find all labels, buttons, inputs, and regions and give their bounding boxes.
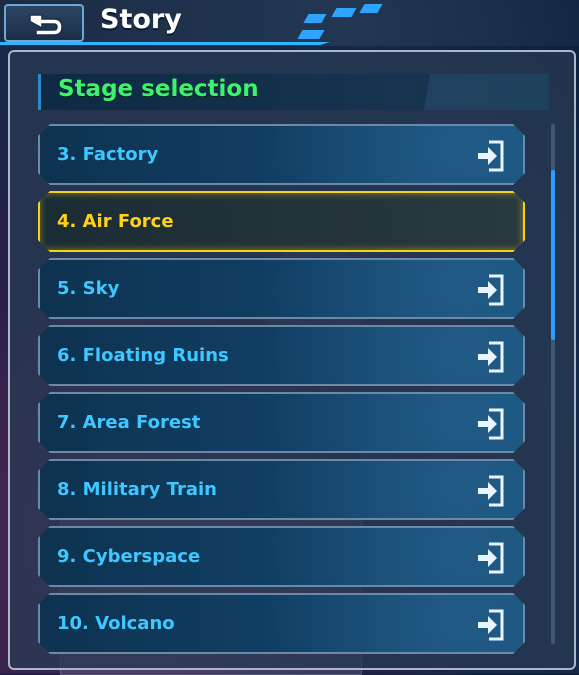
top-bar — [0, 0, 579, 46]
stage-label: 3. Factory — [57, 144, 159, 165]
back-button[interactable] — [4, 4, 84, 42]
stage-label: 10. Volcano — [57, 613, 175, 634]
enter-icon[interactable] — [475, 139, 505, 173]
stage-item-floating-ruins[interactable]: 6. Floating Ruins — [38, 325, 525, 386]
decoration-stripe — [297, 30, 325, 39]
back-arrow-icon — [29, 14, 63, 36]
stage-label: 4. Air Force — [57, 211, 174, 232]
stage-item-sky[interactable]: 5. Sky — [38, 258, 525, 319]
enter-icon[interactable] — [475, 541, 505, 575]
stage-label: 8. Military Train — [57, 479, 217, 500]
enter-icon[interactable] — [475, 407, 505, 441]
decoration-stripe — [303, 14, 327, 23]
section-title: Stage selection — [58, 76, 259, 102]
stage-item-cyberspace[interactable]: 9. Cyberspace — [38, 526, 525, 587]
top-bar-accent-strip — [0, 42, 330, 45]
decoration-stripe — [331, 8, 357, 17]
enter-icon[interactable] — [475, 273, 505, 307]
stage-label: 5. Sky — [57, 278, 120, 299]
scrollbar-thumb[interactable] — [551, 170, 555, 340]
stage-item-military-train[interactable]: 8. Military Train — [38, 459, 525, 520]
decoration-stripe — [359, 4, 383, 13]
stage-label: 9. Cyberspace — [57, 546, 201, 567]
stage-item-factory[interactable]: 3. Factory — [38, 124, 525, 185]
stage-item-air-force[interactable]: 4. Air Force — [38, 191, 525, 252]
stage-label: 6. Floating Ruins — [57, 345, 229, 366]
enter-icon[interactable] — [475, 608, 505, 642]
enter-icon[interactable] — [475, 340, 505, 374]
enter-icon[interactable] — [475, 474, 505, 508]
stage-item-volcano[interactable]: 10. Volcano — [38, 593, 525, 654]
stage-label: 7. Area Forest — [57, 412, 201, 433]
page-title: Story — [100, 4, 182, 35]
stage-item-area-forest[interactable]: 7. Area Forest — [38, 392, 525, 453]
